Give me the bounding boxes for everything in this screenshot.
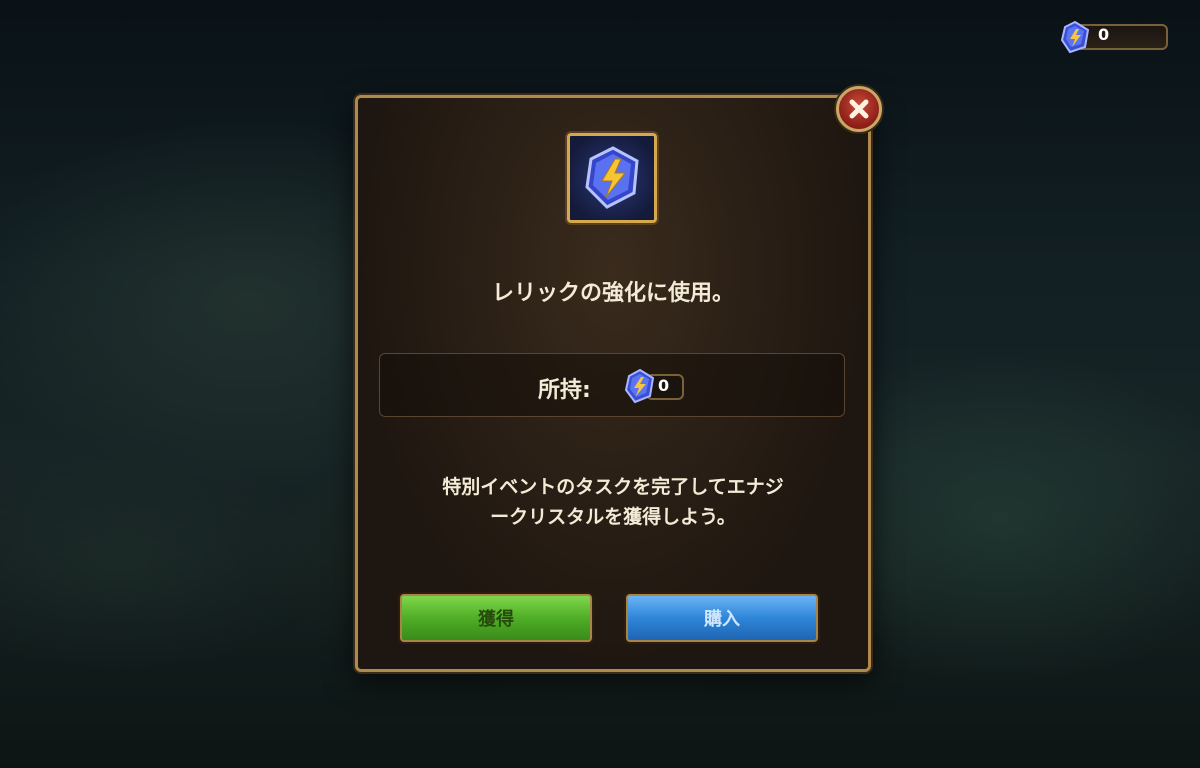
counter-value: 0 <box>1098 25 1110 44</box>
buy-button[interactable]: 購入 <box>626 594 818 642</box>
close-icon <box>849 99 869 119</box>
dialog-title: レリックの強化に使用。 <box>491 281 734 306</box>
get-button[interactable]: 獲得 <box>400 594 592 642</box>
owned-value: 0 <box>658 376 670 395</box>
description-line-2: ークリスタルを獲得しよう。 <box>490 506 736 528</box>
energy-crystal-counter[interactable]: 0 <box>1058 20 1170 54</box>
close-button[interactable] <box>836 86 882 132</box>
owned-label: 所持: <box>538 378 591 403</box>
energy-crystal-icon <box>624 368 655 404</box>
item-icon-frame <box>567 133 657 223</box>
energy-crystal-icon <box>1060 20 1090 54</box>
description-line-1: 特別イベントのタスクを完了してエナジ <box>442 476 784 498</box>
energy-crystal-icon <box>585 146 639 209</box>
dialog-description: 特別イベントのタスクを完了してエナジ ークリスタルを獲得しよう。 <box>380 472 846 532</box>
owned-box <box>379 353 845 417</box>
